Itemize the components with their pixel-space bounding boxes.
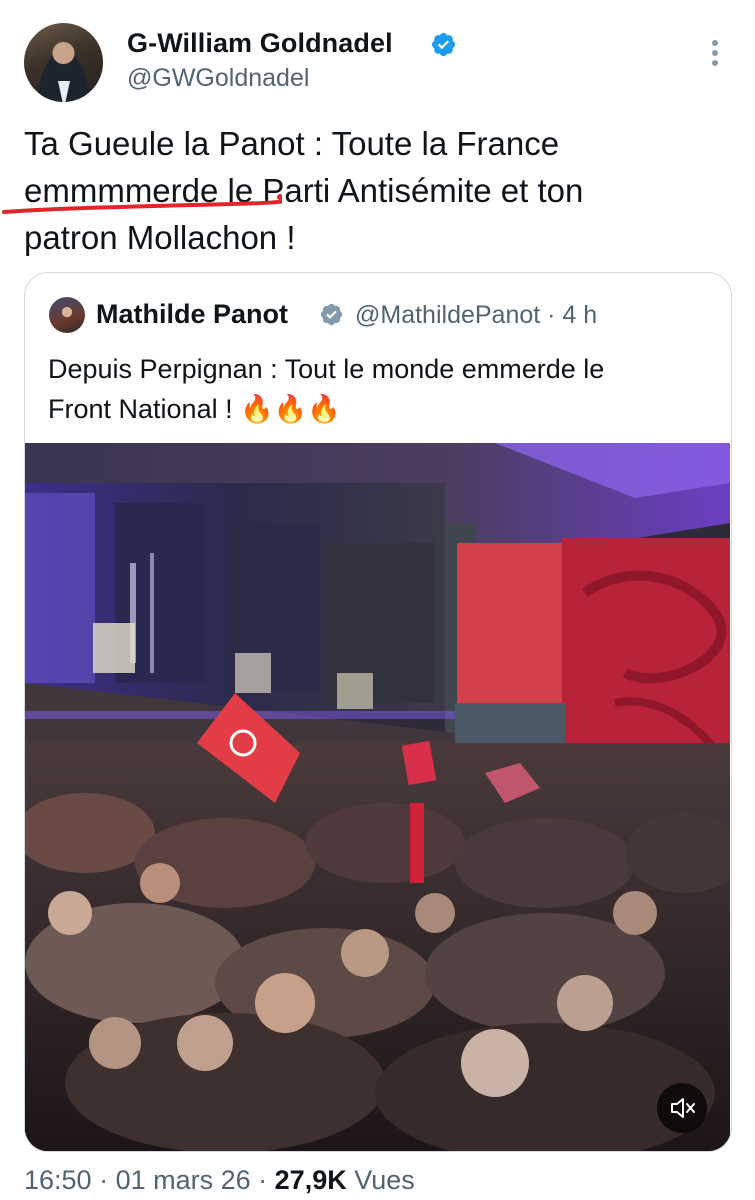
views-label: Vues bbox=[346, 1165, 415, 1195]
red-underline-annotation bbox=[2, 194, 282, 214]
verified-badge-icon bbox=[431, 32, 456, 57]
author-name[interactable]: G-William Goldnadel bbox=[127, 28, 393, 59]
mute-toggle[interactable] bbox=[657, 1083, 707, 1133]
tweet-time[interactable]: 16:50 bbox=[24, 1165, 92, 1195]
views-count[interactable]: 27,9K bbox=[275, 1165, 347, 1195]
tweet-text-line: Ta Gueule la Panot : Toute la France bbox=[24, 125, 560, 162]
author-avatar[interactable] bbox=[24, 23, 103, 102]
meta-separator: · bbox=[250, 1165, 275, 1195]
tweet-text-line: patron Mollachon ! bbox=[24, 219, 296, 256]
rally-video[interactable] bbox=[25, 443, 730, 1151]
tweet-meta: 16:50 · 01 mars 26 · 27,9K Vues bbox=[24, 1165, 415, 1196]
quoted-text-line: Depuis Perpignan : Tout le monde emmerde… bbox=[48, 354, 605, 384]
quoted-author-name[interactable]: Mathilde Panot bbox=[96, 299, 288, 330]
quoted-tweet-text: Depuis Perpignan : Tout le monde emmerde… bbox=[48, 349, 708, 429]
quoted-handle-time[interactable]: @MathildePanot · 4 h bbox=[355, 301, 597, 330]
speaker-muted-icon bbox=[671, 1098, 695, 1118]
tweet-date[interactable]: 01 mars 26 bbox=[116, 1165, 251, 1195]
tweet: G-William Goldnadel @GWGoldnadel Ta Gueu… bbox=[0, 0, 755, 1200]
quoted-author-avatar[interactable] bbox=[49, 297, 85, 333]
meta-separator: · bbox=[91, 1165, 116, 1195]
quoted-tweet-card[interactable]: Mathilde Panot @MathildePanot · 4 h Depu… bbox=[24, 272, 732, 1152]
verified-badge-icon bbox=[320, 303, 343, 326]
author-handle[interactable]: @GWGoldnadel bbox=[127, 64, 309, 93]
rally-video-frame bbox=[25, 443, 730, 1151]
quoted-text-line: Front National ! 🔥🔥🔥 bbox=[48, 394, 341, 424]
more-options-icon[interactable] bbox=[706, 40, 724, 72]
